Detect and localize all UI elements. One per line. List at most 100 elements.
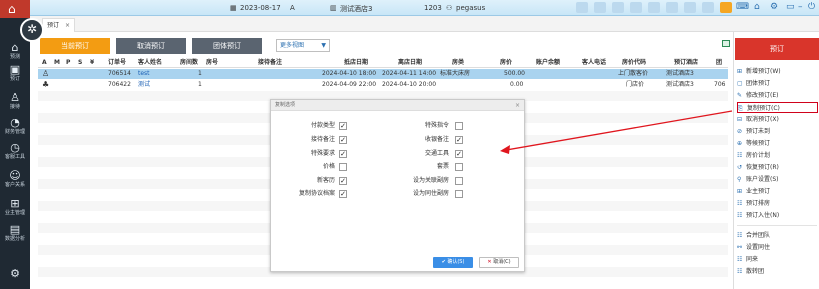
checkbox-payment-type[interactable]: ✓ bbox=[339, 122, 347, 130]
menu-new-reservation[interactable]: ⊞ 新增预订(W) bbox=[737, 66, 818, 77]
menu-edit-reservation[interactable]: ✎ 修改预订(E) bbox=[737, 90, 818, 101]
checkbox-cashier-remark[interactable]: ✓ bbox=[455, 136, 463, 144]
close-icon[interactable]: × bbox=[515, 101, 520, 110]
nav-reception[interactable]: ♙ 接待 bbox=[0, 92, 30, 116]
col-arrive[interactable]: 抵店日期 bbox=[344, 59, 368, 67]
menu-copy-reservation[interactable]: ⎘ 复制预订(C) bbox=[737, 102, 818, 113]
confirm-button[interactable]: ✔ 确认(S) bbox=[433, 257, 473, 268]
option-label: 接待备注 bbox=[310, 136, 335, 143]
menu-group-reservation[interactable]: ▢ 团体预订 bbox=[737, 78, 818, 89]
close-icon[interactable]: × bbox=[65, 22, 70, 29]
checkbox-reception-remark[interactable]: ✓ bbox=[339, 136, 347, 144]
toolbar-info-icon[interactable] bbox=[684, 2, 696, 13]
checkbox-shared-room[interactable] bbox=[455, 190, 463, 198]
no-show-icon: ⊘ bbox=[737, 128, 743, 135]
current-reservation-button[interactable]: 当前预订 bbox=[40, 38, 110, 54]
logo[interactable]: ⌂ bbox=[0, 0, 30, 18]
group-icon: ▢ bbox=[737, 80, 743, 87]
checkbox-linked-room[interactable] bbox=[455, 177, 463, 185]
checkbox-new-history[interactable]: ✓ bbox=[339, 177, 347, 185]
col-s[interactable]: S bbox=[78, 59, 82, 67]
col-guest[interactable]: 客人姓名 bbox=[138, 59, 162, 67]
menu-no-show[interactable]: ⊘ 预订未到 bbox=[737, 126, 818, 137]
lock-icon[interactable]: ⌂ bbox=[754, 2, 760, 12]
panel-title: 预订 bbox=[735, 38, 819, 60]
menu-fit-to-group[interactable]: ☷ 散转团 bbox=[737, 266, 818, 277]
settings-icon[interactable]: ⚙ bbox=[770, 2, 778, 12]
col-yen[interactable]: ¥ bbox=[90, 59, 94, 67]
col-remark[interactable]: 接待备注 bbox=[258, 59, 282, 67]
table-row[interactable]: ♙ 706514 test 1 2024-04-10 18:00 2024-04… bbox=[38, 69, 728, 79]
menu-owner-reservation[interactable]: ⊞ 业主预订 bbox=[737, 186, 818, 197]
col-hotel[interactable]: 预订酒店 bbox=[674, 59, 698, 67]
col-rate-code[interactable]: 房价代码 bbox=[622, 59, 646, 67]
nav-owner[interactable]: ⊞ 业主管理 bbox=[0, 198, 30, 222]
chat-icon[interactable]: ⌨ bbox=[736, 2, 749, 12]
menu-merge-group[interactable]: ☷ 合并团队 bbox=[737, 230, 818, 241]
nav-analysis[interactable]: ▤ 数据分析 bbox=[0, 224, 30, 248]
toolbar-print-icon[interactable] bbox=[702, 2, 714, 13]
col-p[interactable]: P bbox=[66, 59, 70, 67]
list-icon: ☷ bbox=[737, 232, 743, 239]
menu-waitlist[interactable]: ⊕ 等候预订 bbox=[737, 138, 818, 149]
col-phone[interactable]: 客人电话 bbox=[582, 59, 606, 67]
toolbar-clock-icon[interactable] bbox=[648, 2, 660, 13]
window-mode-icon[interactable]: ▭ bbox=[786, 2, 795, 12]
menu-accompany[interactable]: ☷ 同来 bbox=[737, 254, 818, 265]
cancelled-reservation-button[interactable]: 取消预订 bbox=[116, 38, 186, 54]
checkbox-special-instruction[interactable] bbox=[455, 122, 463, 130]
add-icon: ⊞ bbox=[737, 68, 743, 75]
col-rate[interactable]: 房价 bbox=[500, 59, 512, 67]
toolbar-home-icon[interactable] bbox=[612, 2, 624, 13]
nav-settings[interactable]: ⚙ bbox=[0, 268, 30, 289]
toolbar-grid-icon[interactable] bbox=[630, 2, 642, 13]
checkbox-price[interactable] bbox=[339, 163, 347, 171]
checkbox-special-request[interactable]: ✓ bbox=[339, 150, 347, 158]
table-row[interactable]: ♣ 706422 测试 1 2024-04-09 22:00 2024-04-1… bbox=[38, 80, 728, 90]
clock-icon: ◷ bbox=[10, 141, 20, 154]
nav-finance[interactable]: ◔ 财务管理 bbox=[0, 117, 30, 141]
col-a[interactable]: A bbox=[42, 59, 47, 67]
power-icon[interactable]: ⏻ bbox=[808, 2, 815, 12]
nav-service[interactable]: ◷ 客服工具 bbox=[0, 142, 30, 166]
col-rooms[interactable]: 房间数 bbox=[180, 59, 198, 67]
hotel-name: 测试酒店3 bbox=[340, 5, 373, 13]
col-room-no[interactable]: 房号 bbox=[206, 59, 218, 67]
cancel-button[interactable]: ✕ 取消(C) bbox=[479, 257, 519, 268]
menu-account-settings[interactable]: ⚲ 账户设置(S) bbox=[737, 174, 818, 185]
toolbar-notice-icon[interactable] bbox=[720, 2, 732, 13]
menu-restore-reservation[interactable]: ↺ 恢复预订(R) bbox=[737, 162, 818, 173]
group-reservation-button[interactable]: 团体预订 bbox=[192, 38, 262, 54]
checkbox-copy-agreement[interactable]: ✓ bbox=[339, 190, 347, 198]
col-balance[interactable]: 账户余额 bbox=[536, 59, 560, 67]
nav-crm[interactable]: ☺ 客户关系 bbox=[0, 170, 30, 194]
toolbar-refresh-icon[interactable] bbox=[666, 2, 678, 13]
option-label: 特殊要求 bbox=[310, 150, 335, 157]
tab-strip: 预订 × bbox=[30, 16, 819, 32]
gear-icon: ⚙ bbox=[10, 267, 20, 280]
col-m[interactable]: M bbox=[54, 59, 60, 67]
menu-divider bbox=[737, 225, 817, 226]
menu-check-in[interactable]: ☷ 预订入住(N) bbox=[737, 210, 818, 221]
menu-share-room[interactable]: ⚯ 设置同住 bbox=[737, 242, 818, 253]
settings-circle-icon[interactable]: ✲ bbox=[20, 18, 44, 42]
tab-reservation[interactable]: 预订 × bbox=[42, 18, 76, 32]
list-icon: ☷ bbox=[737, 200, 743, 207]
col-depart[interactable]: 离店日期 bbox=[398, 59, 422, 67]
checkbox-package[interactable] bbox=[455, 163, 463, 171]
minimize-icon[interactable]: – bbox=[798, 2, 803, 12]
checkbox-transport[interactable]: ✓ bbox=[455, 150, 463, 158]
menu-room-assign[interactable]: ☷ 预订排房 bbox=[737, 198, 818, 209]
nav-reservation[interactable]: ▣ 预订 bbox=[0, 64, 30, 88]
col-order[interactable]: 订单号 bbox=[108, 59, 126, 67]
export-icon[interactable] bbox=[722, 40, 730, 47]
toolbar-arrow-icon[interactable] bbox=[576, 2, 588, 13]
menu-rate-plan[interactable]: ☷ 房价计划 bbox=[737, 150, 818, 161]
view-select[interactable]: 更多视图 ▼ bbox=[276, 39, 330, 52]
dialog-header[interactable]: 复制选项 × bbox=[271, 100, 524, 111]
toolbar-gear-icon[interactable] bbox=[594, 2, 606, 13]
col-group[interactable]: 团 bbox=[716, 59, 722, 67]
menu-cancel-reservation[interactable]: ⊟ 取消预订(X) bbox=[737, 114, 818, 125]
col-room-type[interactable]: 房类 bbox=[452, 59, 464, 67]
group-icon: ♣ bbox=[42, 80, 50, 89]
